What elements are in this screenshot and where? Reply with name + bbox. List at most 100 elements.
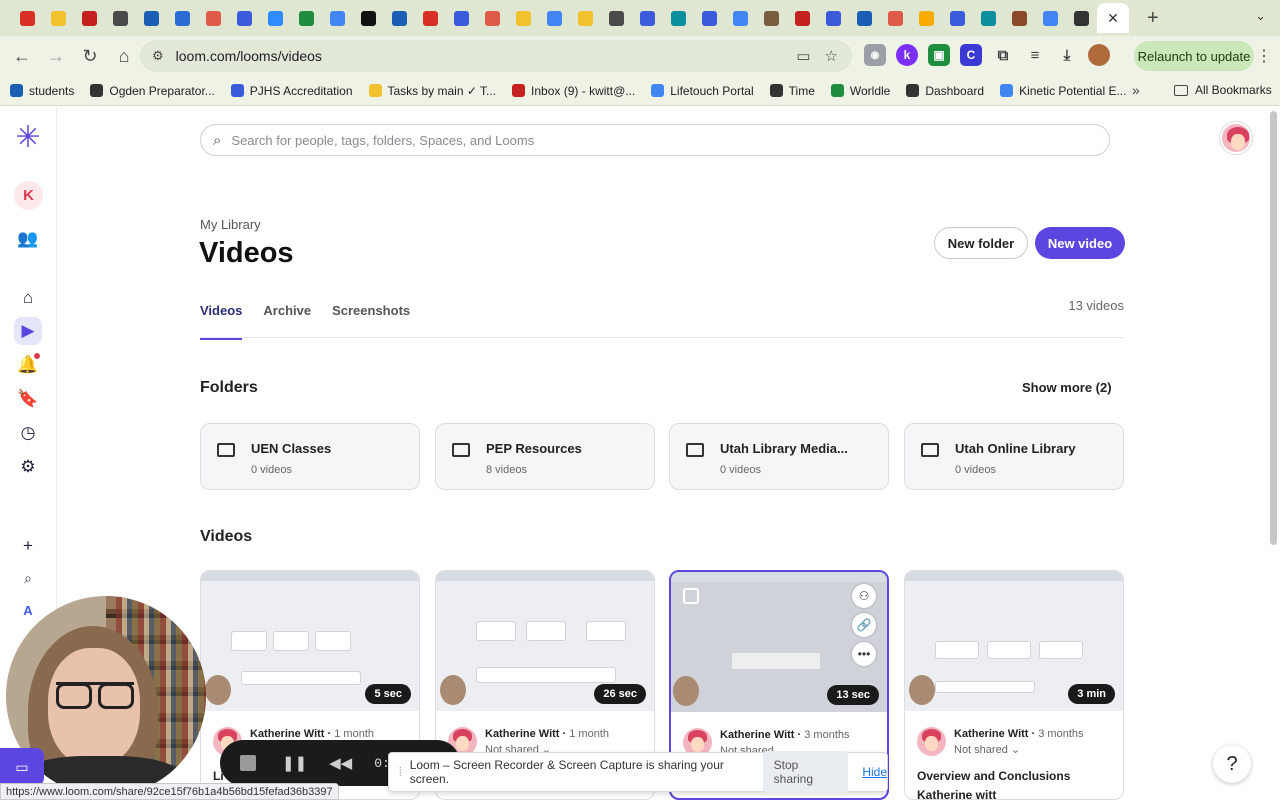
settings-icon[interactable]: ⚙ [14, 453, 42, 481]
bookmark-item[interactable]: Dashboard [906, 84, 984, 98]
kami-extension-icon[interactable]: k [896, 44, 918, 66]
green-extension-icon[interactable]: ▣ [928, 44, 950, 66]
tab-videos[interactable]: Videos [200, 303, 243, 340]
stop-recording-icon[interactable] [240, 755, 256, 771]
library-icon[interactable]: ▶ [14, 317, 42, 345]
browser-tab[interactable] [663, 4, 694, 32]
bookmark-icon[interactable]: 🔖 [14, 385, 42, 413]
help-button[interactable]: ? [1213, 745, 1251, 783]
camera-toggle-icon[interactable]: ▭ [0, 748, 44, 786]
browser-tab[interactable] [570, 4, 601, 32]
folder-card[interactable]: Utah Online Library 0 videos [904, 423, 1124, 490]
browser-tab[interactable] [74, 4, 105, 32]
relaunch-button[interactable]: Relaunch to update [1134, 41, 1254, 71]
rewind-icon[interactable]: ◀◀ [329, 754, 352, 772]
browser-tab[interactable] [632, 4, 663, 32]
browser-tab[interactable] [1066, 4, 1097, 32]
video-card[interactable]: 3 min Katherine Witt · 3 months Not shar… [904, 570, 1124, 800]
pause-icon[interactable]: ❚❚ [282, 754, 307, 772]
browser-tab[interactable] [818, 4, 849, 32]
browser-tab[interactable] [849, 4, 880, 32]
link-icon[interactable]: 🔗 [852, 613, 876, 637]
browser-tab[interactable] [260, 4, 291, 32]
drag-handle-icon[interactable]: ⦙ [399, 765, 402, 780]
search-input[interactable] [231, 132, 1052, 148]
stop-sharing-button[interactable]: Stop sharing [762, 751, 849, 793]
share-icon[interactable]: ⚇ [852, 584, 876, 608]
history-icon[interactable]: ◷ [14, 419, 42, 447]
tab-archive[interactable]: Archive [263, 303, 311, 340]
workspace-avatar[interactable]: K [14, 181, 43, 210]
active-tab-close-icon[interactable]: ✕ [1097, 3, 1129, 33]
video-title[interactable]: Overview and Conclusions Katherine witt [917, 767, 1117, 799]
bookmark-item[interactable]: Ogden Preparator... [90, 84, 215, 98]
home-icon[interactable]: ⌂ [14, 284, 42, 312]
folder-card[interactable]: UEN Classes 0 videos [200, 423, 420, 490]
breadcrumb[interactable]: My Library [200, 217, 261, 232]
forward-button[interactable]: → [40, 40, 72, 72]
browser-tab[interactable] [973, 4, 1004, 32]
new-tab-icon[interactable]: + [1147, 7, 1159, 30]
bookmark-star-icon[interactable]: ☆ [825, 47, 838, 65]
bookmark-item[interactable]: Tasks by main ✓ T... [368, 84, 496, 98]
tab-search-icon[interactable]: ⌄ [1255, 8, 1266, 24]
notifications-icon[interactable]: 🔔 [14, 351, 42, 379]
bookmark-item[interactable]: Lifetouch Portal [651, 84, 754, 98]
bookmark-item[interactable]: Kinetic Potential E... [1000, 84, 1126, 98]
new-folder-button[interactable]: New folder [934, 227, 1028, 259]
sharing-status[interactable]: Not shared ⌄ [954, 743, 1020, 756]
profile-avatar-icon[interactable] [1088, 44, 1110, 66]
c-extension-icon[interactable]: C [960, 44, 982, 66]
browser-tab[interactable] [353, 4, 384, 32]
bookmark-item[interactable]: Worldle [830, 84, 890, 98]
screenshot-extension-icon[interactable]: ◉ [864, 44, 886, 66]
media-controls-icon[interactable]: ≡ [1024, 44, 1046, 66]
bookmark-item[interactable]: Time [769, 84, 815, 98]
bookmark-item[interactable]: students [10, 84, 74, 98]
browser-tab[interactable] [415, 4, 446, 32]
bookmark-item[interactable]: PJHS Accreditation [230, 84, 353, 98]
browser-tab[interactable] [477, 4, 508, 32]
all-bookmarks-button[interactable]: All Bookmarks [1174, 83, 1272, 97]
browser-tab[interactable] [756, 4, 787, 32]
browser-tab[interactable] [291, 4, 322, 32]
more-bookmarks-icon[interactable]: » [1132, 82, 1140, 98]
tab-screenshots[interactable]: Screenshots [332, 303, 410, 340]
browser-tab[interactable] [942, 4, 973, 32]
browser-tab[interactable] [322, 4, 353, 32]
search-icon[interactable]: ⌕ [14, 564, 42, 592]
address-bar[interactable]: ⚙ loom.com/looms/videos ▭ ☆ [140, 40, 852, 72]
browser-tab[interactable] [229, 4, 260, 32]
browser-tab[interactable] [384, 4, 415, 32]
show-more-button[interactable]: Show more (2) [1022, 380, 1112, 395]
more-options-icon[interactable]: ••• [852, 642, 876, 666]
back-button[interactable]: ← [6, 40, 38, 72]
reload-button[interactable]: ↻ [74, 40, 106, 72]
browser-tab[interactable] [539, 4, 570, 32]
browser-tab[interactable] [694, 4, 725, 32]
browser-menu-icon[interactable]: ⋮ [1256, 46, 1272, 66]
bookmark-item[interactable]: Inbox (9) - kwitt@... [512, 84, 635, 98]
browser-tab[interactable] [446, 4, 477, 32]
hide-link[interactable]: Hide [862, 765, 887, 779]
page-scrollbar[interactable] [1270, 111, 1277, 545]
add-icon[interactable]: + [14, 532, 42, 560]
puzzle-extensions-icon[interactable]: ⧉ [992, 44, 1014, 66]
browser-tab[interactable] [198, 4, 229, 32]
folder-card[interactable]: PEP Resources 8 videos [435, 423, 655, 490]
browser-tab[interactable] [43, 4, 74, 32]
select-checkbox[interactable] [683, 588, 699, 604]
browser-tab[interactable] [167, 4, 198, 32]
downloads-icon[interactable]: ⤓ [1056, 44, 1078, 66]
people-icon[interactable]: 👥 [14, 225, 42, 253]
home-button[interactable]: ⌂ [108, 40, 140, 72]
camera-icon[interactable]: ▭ [796, 47, 810, 65]
browser-tab[interactable] [508, 4, 539, 32]
browser-tab[interactable] [136, 4, 167, 32]
browser-tab[interactable] [1004, 4, 1035, 32]
site-info-icon[interactable]: ⚙ [152, 48, 164, 64]
browser-tab[interactable] [12, 4, 43, 32]
browser-tab[interactable] [1035, 4, 1066, 32]
new-video-button[interactable]: New video [1035, 227, 1125, 259]
loom-logo-icon[interactable]: ✳ [14, 121, 42, 154]
